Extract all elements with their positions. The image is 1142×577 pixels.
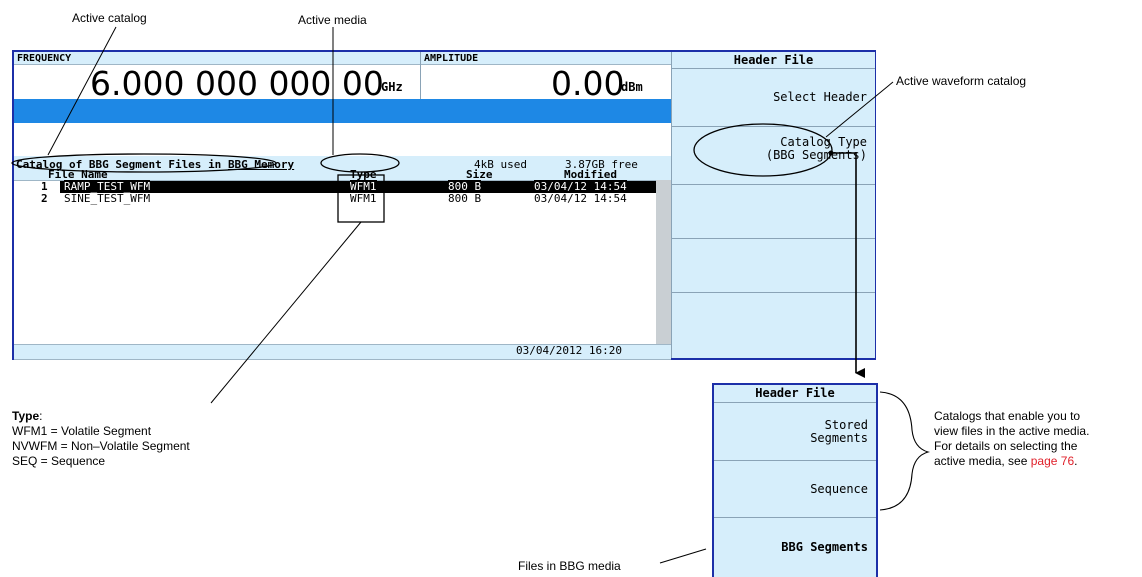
bbg-media-leader bbox=[659, 548, 707, 564]
type-column-box bbox=[337, 174, 385, 223]
catalog-title-oval bbox=[11, 153, 277, 173]
connector-arrow bbox=[831, 152, 865, 378]
media-oval bbox=[320, 153, 400, 173]
active-catalog-leader bbox=[47, 26, 117, 156]
brace bbox=[879, 391, 930, 511]
active-waveform-leader bbox=[825, 81, 894, 138]
type-leader bbox=[210, 221, 362, 404]
annotation-overlay bbox=[11, 26, 930, 564]
catalog-type-oval bbox=[693, 123, 833, 177]
